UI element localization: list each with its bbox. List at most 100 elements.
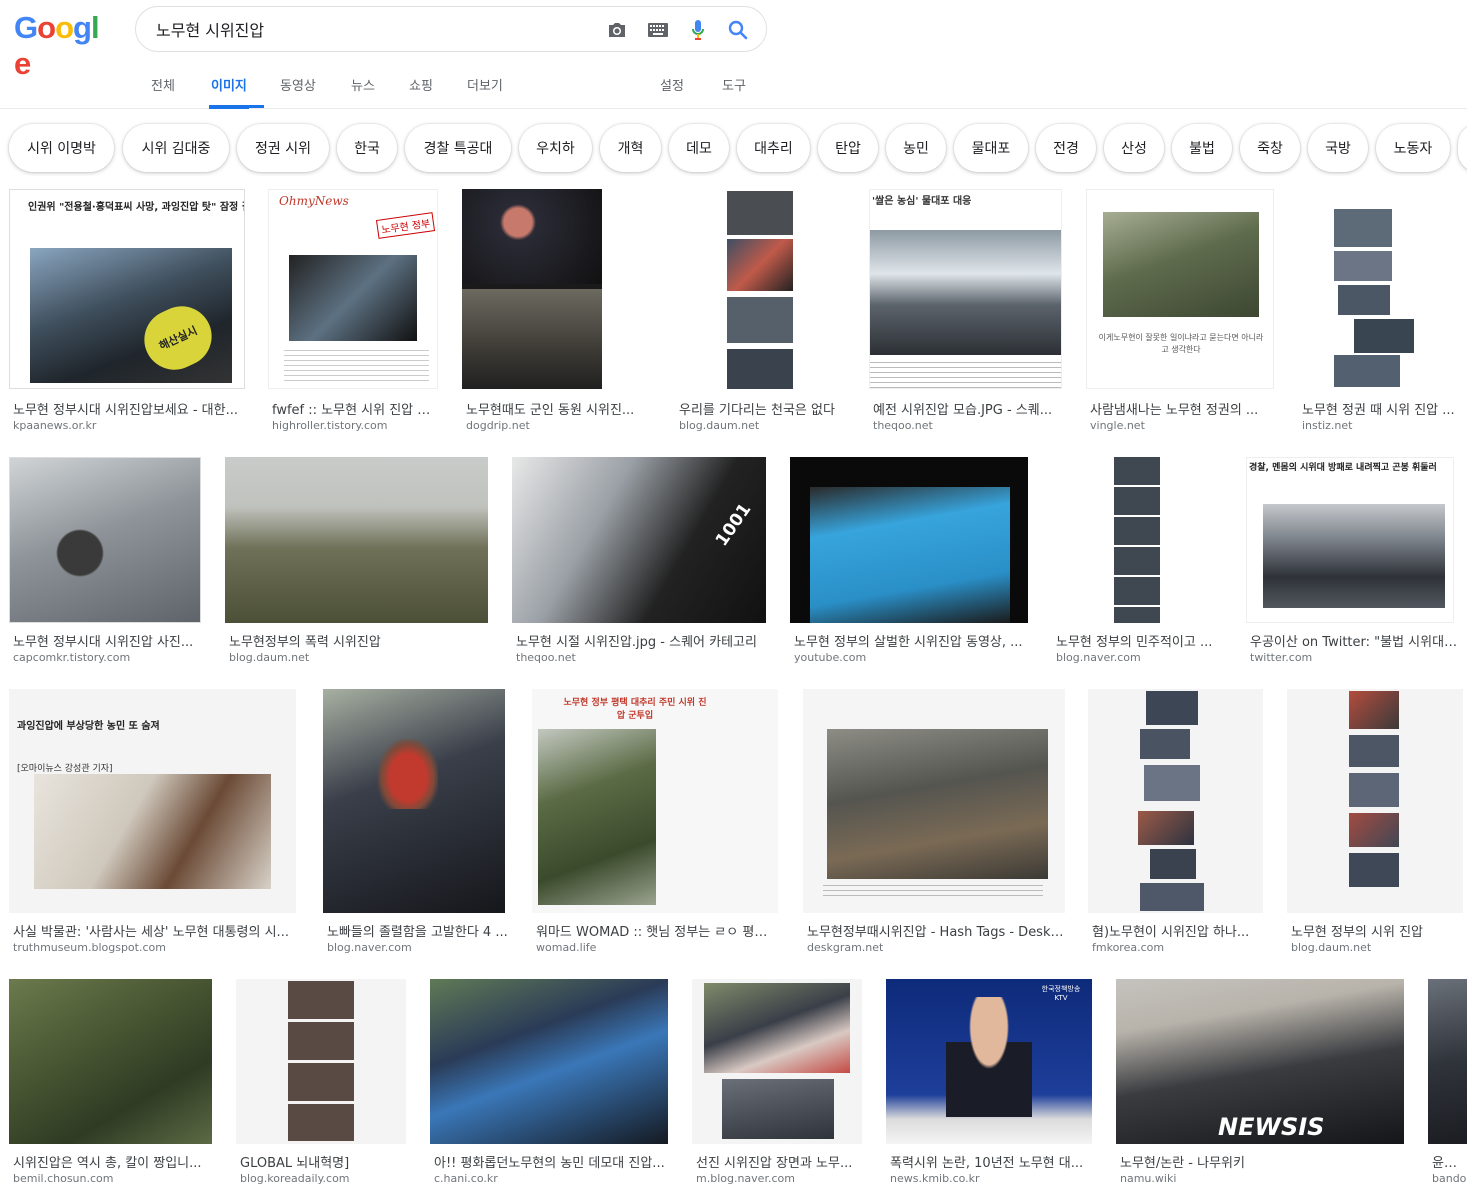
image-result[interactable]: 한국정책방송 KTV 폭력시위 논란, 10년전 노무현 대... news.k… [886,979,1094,1191]
result-title: 노무현때도 군인 동원 시위진... [466,403,635,418]
result-source: womad.life [536,941,597,954]
result-title: 사실 박물관: '사람사는 세상' 노무현 대통령의 시... [13,925,289,940]
thumb-caption: 인권위 "전용철·홍덕표씨 사망, 과잉진압 탓" 잠정 결론 [28,202,245,213]
chip[interactable]: 산성 [1104,124,1164,172]
tab-tools[interactable]: 도구 [722,75,746,109]
result-source: bando2... [1432,1172,1467,1185]
result-source: truthmuseum.blogspot.com [13,941,166,954]
result-thumbnail [1052,457,1222,623]
active-tab-indicator [209,105,264,108]
image-result[interactable]: 우리를 기다리는 천국은 없다 blog.daum.net [675,189,845,434]
result-title: 우리를 기다리는 천국은 없다 [679,403,835,418]
image-result[interactable]: 노무현정부때시위진압 - Hash Tags - Deskg... deskgr… [803,689,1067,959]
chip[interactable]: 시위 김대중 [123,124,229,172]
result-title: fwfef :: 노무현 시위 진압 김... [272,403,438,418]
image-result[interactable]: 1001 노무현 시절 시위진압.jpg - 스퀘어 카테고리 theqoo.n… [512,457,768,667]
result-thumbnail: 경찰, 멘몸의 시위대 방패로 내려찍고 곤봉 휘둘러 [1246,457,1454,623]
image-result[interactable]: 노무현 정권 때 시위 진압 ... instiz.net [1298,189,1458,434]
result-title: 노무현 정부시대 시위진압보세요 - 대한... [13,403,238,418]
result-title: 노빠들의 졸렬함을 고발한다 4 ... [327,925,508,940]
chip[interactable]: 탄압 [818,124,878,172]
image-result[interactable]: GLOBAL 뇌내혁명] blog.koreadaily.com [236,979,408,1191]
image-result[interactable]: '쌀은 농심' 물대포 대응 예전 시위진압 모습.JPG - 스퀘... th… [869,189,1065,434]
image-result[interactable]: 노무현 정부 평택 대추리 주민 시위 진압 군투입 워마드 WOMAD :: … [532,689,778,959]
chip[interactable]: 경찰 특공대 [405,124,511,172]
chip[interactable]: 개혁 [600,124,661,172]
result-title: 워마드 WOMAD :: 햇님 정부는 ㄹㅇ 평화... [536,925,778,940]
result-thumbnail [323,689,505,913]
chip[interactable]: 죽창 [1240,124,1300,172]
search-icon[interactable] [727,19,749,41]
chip[interactable]: 전경 [1036,124,1096,172]
image-result[interactable]: 노무현때도 군인 동원 시위진... dogdrip.net [462,189,650,434]
chip[interactable]: 물대포 [954,124,1028,172]
result-title: 노무현정부의 폭력 시위진압 [229,635,381,650]
tab-more[interactable]: 더보기 [467,75,503,109]
image-result[interactable]: 이게노무현이 잘못한 일이냐라고 묻는다면 아니라고 생각한다 사람냄새나는 노… [1086,189,1274,434]
image-result[interactable]: OhmyNews 노무현 정부 fwfef :: 노무현 시위 진압 김... … [268,189,438,434]
chip[interactable]: 노동자 [1376,124,1450,172]
result-thumbnail [9,457,201,623]
result-thumbnail [1287,689,1463,913]
chip[interactable]: 농민 [886,124,946,172]
result-source: bemil.chosun.com [13,1172,114,1185]
result-source: blog.daum.net [229,651,310,664]
tab-images[interactable]: 이미지 [209,75,249,109]
image-result[interactable]: 시위진압은 역시 총, 칼이 짱입니... bemil.chosun.com [9,979,217,1191]
result-title: 노무현정부때시위진압 - Hash Tags - Deskg... [807,925,1065,940]
related-chips: 시위 이명박 시위 김대중 정권 시위 한국 경찰 특공대 우치하 개혁 데모 … [0,120,1467,176]
chip-overflow[interactable] [1458,124,1467,172]
chip[interactable]: 대추리 [737,124,810,172]
result-source: vingle.net [1090,419,1145,432]
thumb-watermark: 한국정책방송 KTV [1041,985,1081,1002]
chip[interactable]: 데모 [669,124,729,172]
tab-all[interactable]: 전체 [151,75,175,109]
image-result[interactable]: 인권위 "전용철·홍덕표씨 사망, 과잉진압 탓" 잠정 결론 해산실시 노무현… [9,189,247,434]
result-thumbnail [430,979,668,1144]
search-input[interactable] [156,15,596,43]
image-result[interactable]: 과잉진압에 부상당한 농민 또 숨져 [오마이뉴스 강성관 기자] 사실 박물관… [9,689,299,959]
camera-icon[interactable] [606,19,628,41]
chip[interactable]: 시위 이명박 [9,124,114,172]
result-thumbnail [462,189,602,389]
result-source: c.hani.co.kr [434,1172,498,1185]
image-result[interactable]: 아!! 평화롭던노무현의 농민 데모대 진압... c.hani.co.kr [430,979,670,1191]
image-result[interactable]: 노무현 정부의 민주적이고 ... blog.naver.com [1052,457,1224,667]
thumb-brand: OhmyNews [279,194,349,208]
chip[interactable]: 정권 시위 [237,124,329,172]
result-thumbnail [9,979,212,1144]
image-result[interactable]: 노무현정부의 폭력 시위진압 blog.daum.net [225,457,490,667]
tab-settings[interactable]: 설정 [660,75,684,109]
result-thumbnail: '쌀은 농심' 물대포 대응 [869,189,1062,389]
microphone-icon[interactable] [687,19,709,41]
image-result[interactable]: 노무현 정부시대 시위진압 사진... capcomkr.tistory.com [9,457,205,667]
image-result[interactable]: 노무현 정부의 살벌한 시위진압 동영상, ... youtube.com [790,457,1030,667]
chip[interactable]: 불법 [1172,124,1232,172]
result-title: 노무현 정권 때 시위 진압 ... [1302,403,1455,418]
image-result[interactable]: 선진 시위진압 장면과 노무... m.blog.naver.com [692,979,864,1191]
result-title: 윤희용 [1432,1156,1467,1171]
chip[interactable]: 한국 [337,124,397,172]
logo-letter: o [37,10,56,45]
tab-shopping[interactable]: 쇼핑 [409,75,433,109]
result-source: blog.koreadaily.com [240,1172,350,1185]
image-result[interactable]: 윤희용 bando2... [1428,979,1467,1191]
image-result[interactable]: 혐)노무현이 시위진압 하나... fmkorea.com [1088,689,1268,959]
image-result[interactable]: NEWSIS 노무현/논란 - 나무위키 namu.wiki [1116,979,1406,1191]
search-tabs: 전체 이미지 동영상 뉴스 쇼핑 더보기 설정 도구 [0,62,1467,109]
result-thumbnail [790,457,1028,623]
result-title: 아!! 평화롭던노무현의 농민 데모대 진압... [434,1156,665,1171]
chip[interactable]: 국방 [1308,124,1368,172]
image-result[interactable]: 노빠들의 졸렬함을 고발한다 4 ... blog.naver.com [323,689,511,959]
google-logo[interactable]: Google [14,10,110,81]
result-source: m.blog.naver.com [696,1172,795,1185]
image-result[interactable]: 경찰, 멘몸의 시위대 방패로 내려찍고 곤봉 휘둘러 우공이산 on Twit… [1246,457,1462,667]
keyboard-icon[interactable] [647,19,669,41]
chip[interactable]: 우치하 [519,124,592,172]
tab-news[interactable]: 뉴스 [351,75,375,109]
image-result[interactable]: 노무현 정부의 시위 진압 blog.daum.net [1287,689,1463,959]
result-source: blog.daum.net [679,419,760,432]
result-source: instiz.net [1302,419,1353,432]
result-title: 노무현 정부의 시위 진압 [1291,925,1423,940]
tab-videos[interactable]: 동영상 [280,75,316,109]
